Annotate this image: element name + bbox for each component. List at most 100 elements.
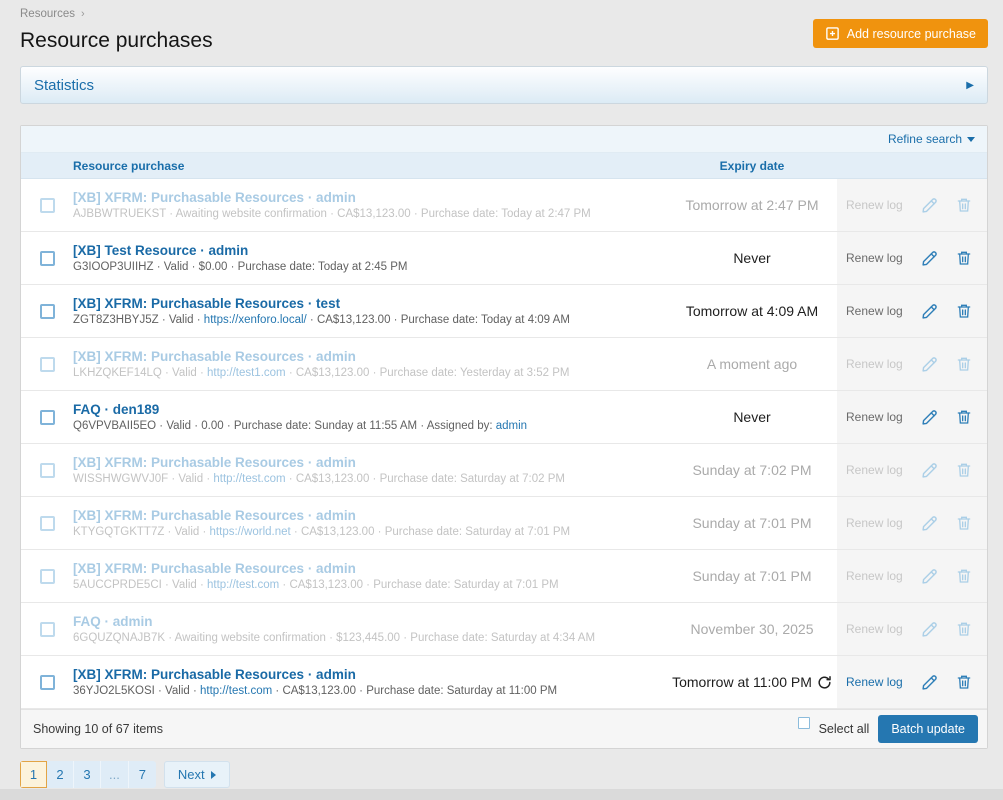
renew-log-link[interactable]: Renew log xyxy=(846,516,903,530)
pencil-icon[interactable] xyxy=(921,674,938,691)
detail-link[interactable]: http://test1.com xyxy=(207,367,286,379)
table-footer: Showing 10 of 67 items Select all Batch … xyxy=(21,709,987,748)
pencil-icon[interactable] xyxy=(921,356,938,373)
resource-purchase-title[interactable]: [XB] Test Resource · admin xyxy=(73,243,667,258)
resource-purchase-cell: FAQ · den189Q6VPVBAII5EO · Valid · 0.00 … xyxy=(73,391,667,443)
row-actions-cell: Renew log xyxy=(837,550,987,602)
trash-icon[interactable] xyxy=(956,462,972,478)
resource-purchase-title[interactable]: [XB] XFRM: Purchasable Resources · admin xyxy=(73,190,667,205)
row-checkbox[interactable] xyxy=(40,675,55,690)
resource-purchase-cell: [XB] XFRM: Purchasable Resources · admin… xyxy=(73,179,667,231)
renew-log-link[interactable]: Renew log xyxy=(846,675,903,689)
pencil-icon[interactable] xyxy=(921,621,938,638)
add-resource-purchase-label: Add resource purchase xyxy=(847,27,976,41)
resource-purchase-details: G3IOOP3UIIHZ · Valid · $0.00 · Purchase … xyxy=(73,261,667,273)
expiry-date-cell: Tomorrow at 4:09 AM xyxy=(667,285,837,337)
trash-icon[interactable] xyxy=(956,409,972,425)
expiry-date-cell: Sunday at 7:02 PM xyxy=(667,444,837,496)
pencil-icon[interactable] xyxy=(921,568,938,585)
resource-purchase-cell: [XB] XFRM: Purchasable Resources · admin… xyxy=(73,497,667,549)
page-button-current[interactable]: 1 xyxy=(20,761,47,788)
row-actions-cell: Renew log xyxy=(837,444,987,496)
detail-link[interactable]: http://test.com xyxy=(200,685,272,697)
renew-log-link[interactable]: Renew log xyxy=(846,357,903,371)
resource-purchase-title[interactable]: [XB] XFRM: Purchasable Resources · admin xyxy=(73,667,667,682)
row-checkbox-cell xyxy=(21,603,73,655)
pencil-icon[interactable] xyxy=(921,250,938,267)
resource-purchase-title[interactable]: [XB] XFRM: Purchasable Resources · admin xyxy=(73,508,667,523)
renew-log-link[interactable]: Renew log xyxy=(846,198,903,212)
refresh-icon xyxy=(817,675,832,690)
renew-log-link[interactable]: Renew log xyxy=(846,410,903,424)
breadcrumb-link-resources[interactable]: Resources xyxy=(20,8,75,20)
table-row: [XB] XFRM: Purchasable Resources · admin… xyxy=(21,550,987,603)
row-checkbox[interactable] xyxy=(40,357,55,372)
resource-purchase-title[interactable]: [XB] XFRM: Purchasable Resources · test xyxy=(73,296,667,311)
expiry-date-cell: Sunday at 7:01 PM xyxy=(667,550,837,602)
detail-link[interactable]: http://test.com xyxy=(213,473,285,485)
renew-log-link[interactable]: Renew log xyxy=(846,622,903,636)
resource-purchase-title[interactable]: FAQ · den189 xyxy=(73,402,667,417)
trash-icon[interactable] xyxy=(956,250,972,266)
row-actions-cell: Renew log xyxy=(837,179,987,231)
showing-items-count: Showing 10 of 67 items xyxy=(33,722,163,736)
trash-icon[interactable] xyxy=(956,197,972,213)
renew-log-link[interactable]: Renew log xyxy=(846,251,903,265)
row-checkbox[interactable] xyxy=(40,569,55,584)
row-checkbox-cell xyxy=(21,444,73,496)
pencil-icon[interactable] xyxy=(921,303,938,320)
page-button[interactable]: 3 xyxy=(74,761,101,788)
next-page-button[interactable]: Next xyxy=(164,761,230,788)
row-checkbox[interactable] xyxy=(40,516,55,531)
statistics-panel[interactable]: Statistics ▶ xyxy=(20,66,988,104)
trash-icon[interactable] xyxy=(956,515,972,531)
renew-log-link[interactable]: Renew log xyxy=(846,304,903,318)
row-checkbox[interactable] xyxy=(40,304,55,319)
detail-link[interactable]: https://xenforo.local/ xyxy=(204,314,307,326)
detail-link[interactable]: http://test.com xyxy=(207,579,279,591)
pencil-icon[interactable] xyxy=(921,197,938,214)
expiry-date: Tomorrow at 2:47 PM xyxy=(685,197,818,213)
resource-purchase-details: KTYGQTGKTT7Z · Valid · https://world.net… xyxy=(73,526,667,538)
trash-icon[interactable] xyxy=(956,303,972,319)
row-checkbox[interactable] xyxy=(40,410,55,425)
renew-log-link[interactable]: Renew log xyxy=(846,569,903,583)
column-header-resource-purchase: Resource purchase xyxy=(21,159,667,173)
resource-purchase-title[interactable]: [XB] XFRM: Purchasable Resources · admin xyxy=(73,455,667,470)
resource-purchase-title[interactable]: [XB] XFRM: Purchasable Resources · admin xyxy=(73,561,667,576)
resource-purchases-table: Refine search Resource purchase Expiry d… xyxy=(20,125,988,749)
row-checkbox-cell xyxy=(21,656,73,708)
expiry-date-cell: A moment ago xyxy=(667,338,837,390)
triangle-right-icon[interactable]: ▶ xyxy=(966,80,974,91)
trash-icon[interactable] xyxy=(956,621,972,637)
select-all-checkbox[interactable] xyxy=(798,717,810,729)
pencil-icon[interactable] xyxy=(921,462,938,479)
row-checkbox-cell xyxy=(21,497,73,549)
resource-purchase-details: WISSHWGWVJ0F · Valid · http://test.com ·… xyxy=(73,473,667,485)
pencil-icon[interactable] xyxy=(921,409,938,426)
expiry-date-cell: November 30, 2025 xyxy=(667,603,837,655)
trash-icon[interactable] xyxy=(956,568,972,584)
row-checkbox[interactable] xyxy=(40,251,55,266)
caret-down-icon xyxy=(967,137,975,142)
refine-search-link[interactable]: Refine search xyxy=(888,132,975,146)
page-button[interactable]: 2 xyxy=(47,761,74,788)
resource-purchase-title[interactable]: FAQ · admin xyxy=(73,614,667,629)
page-button[interactable]: 7 xyxy=(129,761,156,788)
renew-log-link[interactable]: Renew log xyxy=(846,463,903,477)
detail-link[interactable]: admin xyxy=(496,420,527,432)
row-checkbox[interactable] xyxy=(40,622,55,637)
trash-icon[interactable] xyxy=(956,674,972,690)
plus-square-icon xyxy=(825,26,840,41)
trash-icon[interactable] xyxy=(956,356,972,372)
add-resource-purchase-button[interactable]: Add resource purchase xyxy=(813,19,988,48)
table-column-headers: Resource purchase Expiry date xyxy=(21,153,987,179)
row-checkbox[interactable] xyxy=(40,198,55,213)
row-checkbox[interactable] xyxy=(40,463,55,478)
batch-update-button[interactable]: Batch update xyxy=(878,715,978,743)
pencil-icon[interactable] xyxy=(921,515,938,532)
detail-link[interactable]: https://world.net xyxy=(210,526,291,538)
resource-purchase-title[interactable]: [XB] XFRM: Purchasable Resources · admin xyxy=(73,349,667,364)
expiry-date: November 30, 2025 xyxy=(691,621,814,637)
resource-purchase-cell: [XB] XFRM: Purchasable Resources · admin… xyxy=(73,656,667,708)
